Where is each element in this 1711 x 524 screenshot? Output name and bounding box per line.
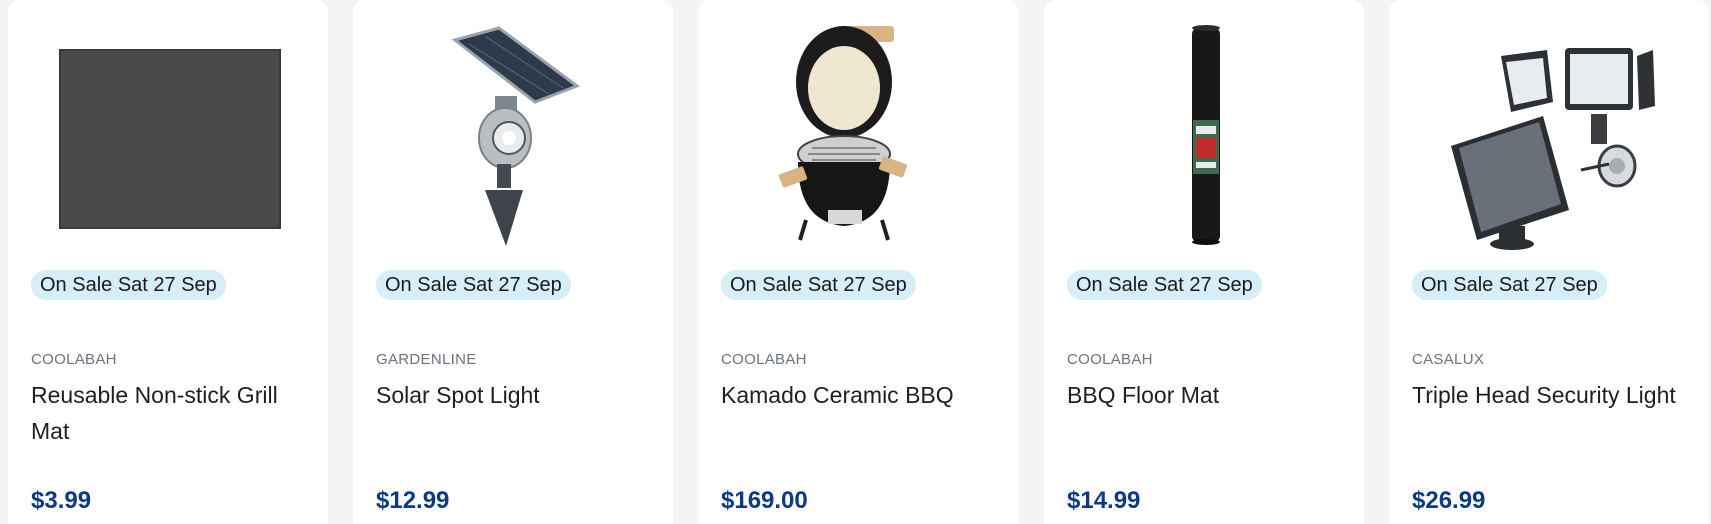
product-card[interactable]: On Sale Sat 27 Sep COOLABAH Reusable Non… — [8, 0, 328, 524]
product-price: $12.99 — [376, 487, 450, 514]
brand-label: COOLABAH — [1067, 351, 1153, 368]
security-light-image[interactable] — [1413, 14, 1685, 254]
brand-label: COOLABAH — [31, 351, 117, 368]
product-title[interactable]: Triple Head Security Light — [1412, 377, 1692, 413]
brand-label: GARDENLINE — [376, 351, 477, 368]
sale-date-badge: On Sale Sat 27 Sep — [721, 270, 916, 300]
sale-date-badge: On Sale Sat 27 Sep — [1412, 270, 1607, 300]
product-card[interactable]: On Sale Sat 27 Sep GARDENLINE Solar Spot… — [353, 0, 673, 524]
product-card[interactable]: On Sale Sat 27 Sep CASALUX Triple Head S… — [1389, 0, 1709, 524]
sale-date-badge: On Sale Sat 27 Sep — [1067, 270, 1262, 300]
product-price: $169.00 — [721, 487, 808, 514]
brand-label: COOLABAH — [721, 351, 807, 368]
brand-label: CASALUX — [1412, 351, 1485, 368]
product-card[interactable]: On Sale Sat 27 Sep COOLABAH Kamado Ceram… — [698, 0, 1018, 524]
product-price: $26.99 — [1412, 487, 1486, 514]
product-title[interactable]: Solar Spot Light — [376, 377, 656, 413]
product-title[interactable]: Kamado Ceramic BBQ — [721, 377, 1001, 413]
kamado-bbq-image[interactable] — [722, 14, 994, 254]
product-carousel: On Sale Sat 27 Sep COOLABAH Reusable Non… — [0, 0, 1711, 524]
grill-mat-image[interactable] — [32, 14, 304, 254]
solar-spot-light-image[interactable] — [377, 14, 649, 254]
product-price: $3.99 — [31, 487, 92, 514]
product-title[interactable]: BBQ Floor Mat — [1067, 377, 1347, 413]
product-card[interactable]: On Sale Sat 27 Sep COOLABAH BBQ Floor Ma… — [1044, 0, 1364, 524]
product-title[interactable]: Reusable Non-stick Grill Mat — [31, 377, 311, 449]
product-price: $14.99 — [1067, 487, 1141, 514]
sale-date-badge: On Sale Sat 27 Sep — [31, 270, 226, 300]
sale-date-badge: On Sale Sat 27 Sep — [376, 270, 571, 300]
bbq-floor-mat-image[interactable] — [1068, 14, 1340, 254]
